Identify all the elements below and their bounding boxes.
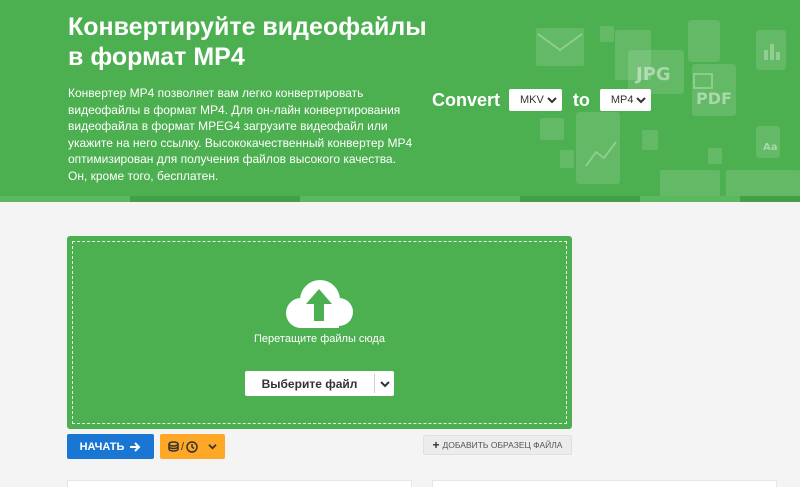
to-format-value: MP4 [610, 94, 634, 106]
add-sample-file-button[interactable]: + ДОБАВИТЬ ОБРАЗЕЦ ФАЙЛА [423, 435, 572, 455]
options-button[interactable]: / [160, 434, 225, 459]
start-label: НАЧАТЬ [79, 440, 125, 453]
from-format-select[interactable]: MKV [509, 89, 562, 111]
start-button[interactable]: НАЧАТЬ [67, 434, 154, 459]
choose-file-button[interactable]: Выберите файл [245, 371, 374, 396]
title-line-2: в формат MP4 [68, 43, 245, 71]
format-converter: Convert MKV to MP4 [432, 88, 652, 112]
drop-hint: Перетащите файлы сюда [254, 333, 385, 345]
database-icon [168, 441, 179, 452]
cloud-upload-icon [286, 280, 353, 328]
clock-icon [186, 440, 198, 453]
hero-banner: JPG PDF Aa Конвертируйте видеофайлы в фо… [0, 0, 800, 202]
chevron-down-icon [379, 380, 390, 387]
pdf-label: PDF [696, 89, 732, 108]
jpg-label: JPG [634, 64, 671, 85]
info-card-left [67, 480, 412, 487]
page-title: Конвертируйте видеофайлы в формат MP4 [68, 12, 448, 72]
arrow-right-icon [130, 441, 141, 452]
chevron-down-icon [547, 97, 557, 104]
title-line-1: Конвертируйте видеофайлы [68, 13, 427, 41]
convert-label: Convert [432, 89, 501, 110]
upload-source-dropdown[interactable] [375, 371, 394, 396]
page-description: Конвертер MP4 позволяет вам легко конвер… [68, 86, 413, 183]
sample-label: ДОБАВИТЬ ОБРАЗЕЦ ФАЙЛА [442, 440, 563, 450]
plus-icon: + [432, 438, 440, 452]
hero-stripe [0, 196, 800, 202]
from-format-value: MKV [520, 94, 544, 106]
choose-file-group: Выберите файл [245, 371, 394, 396]
info-card-right [432, 480, 777, 487]
font-label: Aa [763, 142, 778, 153]
to-format-select[interactable]: MP4 [599, 89, 652, 111]
to-label: to [572, 89, 590, 110]
options-separator: / [180, 440, 185, 453]
chevron-down-icon [636, 97, 647, 104]
chevron-down-icon [208, 444, 217, 450]
